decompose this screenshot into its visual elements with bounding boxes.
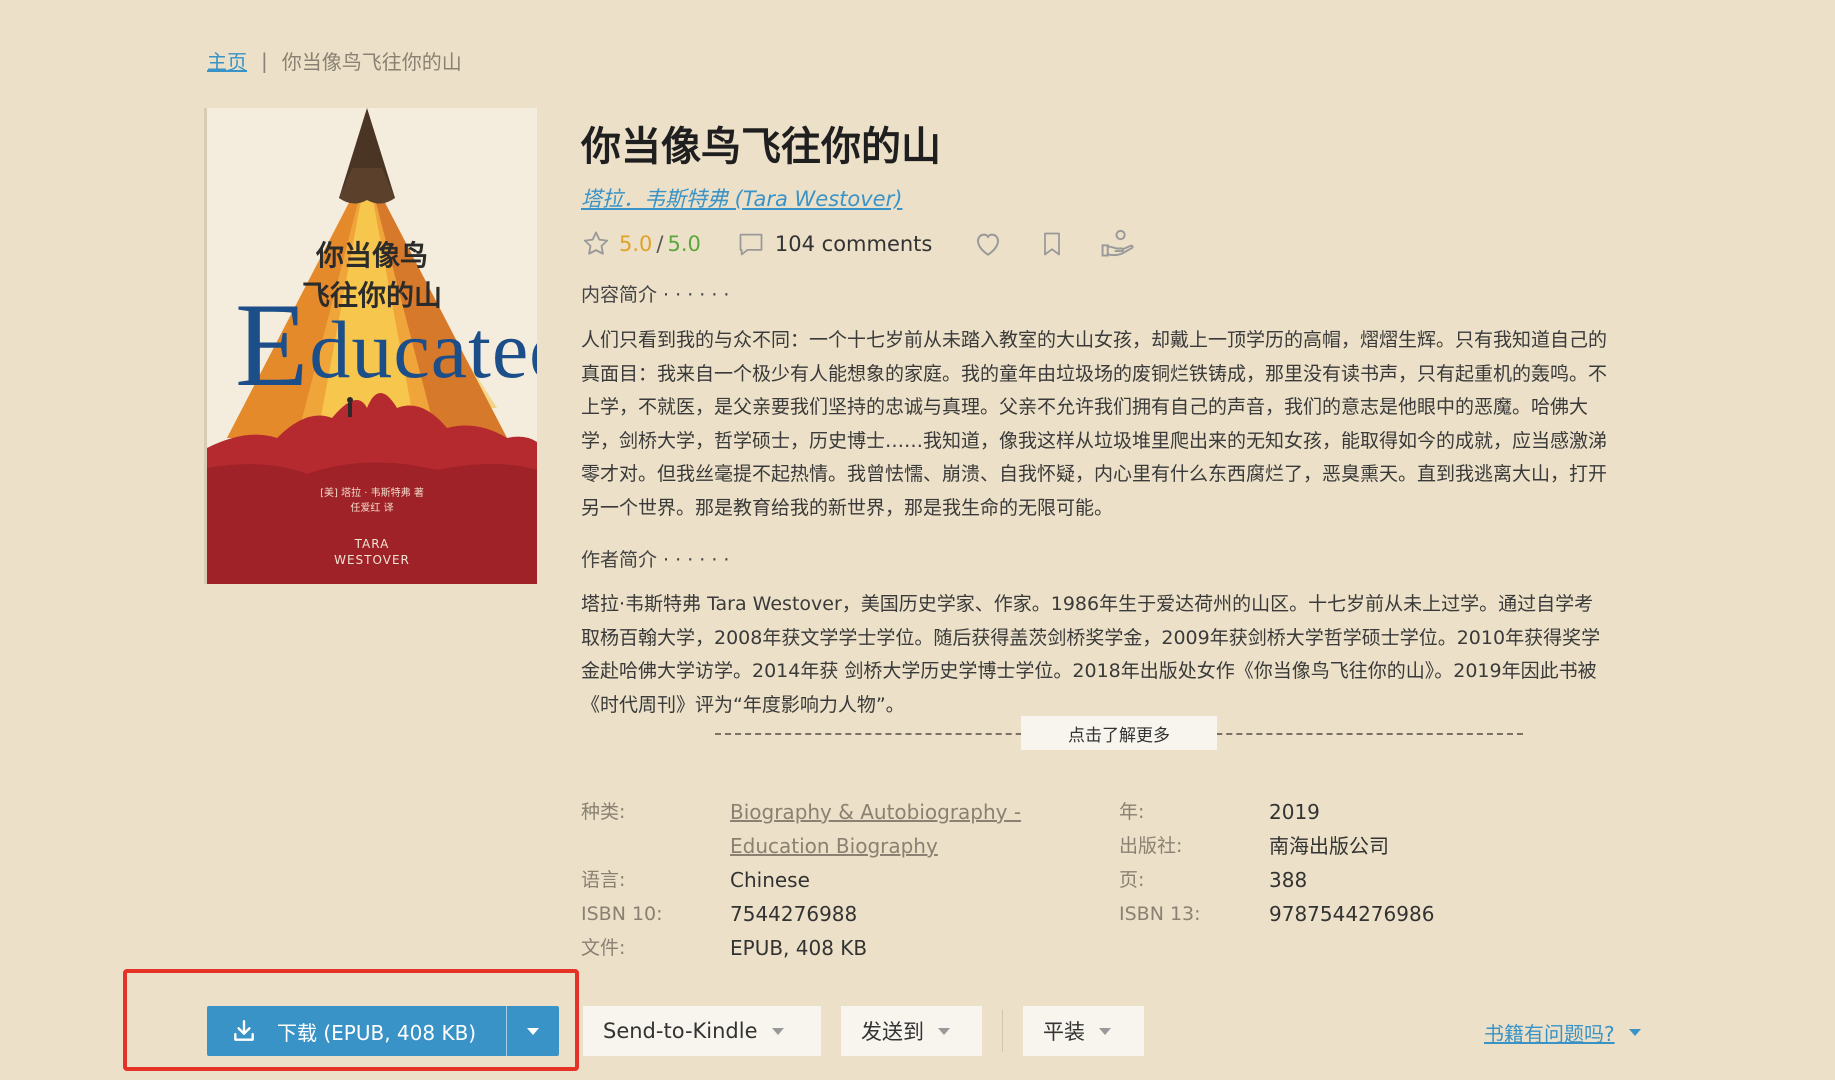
content-intro-line: 上学，不就医，是父亲要我们坚持的忠诚与真理。父亲不允许我们拥有自己的声音，我们的… bbox=[581, 396, 1589, 418]
pages-label: 页: bbox=[1119, 869, 1145, 891]
download-button[interactable]: 下载 (EPUB, 408 KB) bbox=[207, 1006, 559, 1056]
cover-author-cn-line1: [美] 塔拉 · 韦斯特弗 著 bbox=[320, 488, 424, 499]
rating-separator: / bbox=[656, 232, 664, 256]
isbn10-label: ISBN 10: bbox=[581, 903, 663, 925]
isbn13-value: 9787544276986 bbox=[1269, 902, 1435, 926]
send-to-kindle-label: Send-to-Kindle bbox=[603, 1019, 758, 1043]
breadcrumb-current: 你当像鸟飞往你的山 bbox=[281, 50, 462, 74]
isbn13-label: ISBN 13: bbox=[1119, 903, 1201, 925]
send-to-kindle-button[interactable]: Send-to-Kindle bbox=[583, 1006, 821, 1056]
rating-max: 5.0 bbox=[667, 232, 701, 256]
send-to-label: 发送到 bbox=[861, 1020, 924, 1044]
content-intro-line: 真面目：我来自一个极少有人能想象的家庭。我的童年由垃圾场的废铜烂铁铸成，那里没有… bbox=[581, 362, 1608, 385]
book-cover[interactable]: 你当像鸟 飞往你的山 Educated [美] 塔拉 · 韦斯特弗 著 任爱红 … bbox=[207, 108, 537, 584]
author-intro-line: 取杨百翰大学，2008年获文学学士学位。随后获得盖茨剑桥奖学金，2009年获剑桥… bbox=[581, 626, 1601, 649]
hand-coin-icon bbox=[1101, 229, 1134, 257]
isbn10-value: 7544276988 bbox=[730, 902, 858, 926]
comments-count: 104 comments bbox=[774, 232, 933, 256]
publisher-value: 南海出版公司 bbox=[1269, 834, 1389, 858]
cover-title-en-initial: E bbox=[235, 278, 310, 411]
cover-title-line1: 你当像鸟 bbox=[315, 239, 428, 272]
report-problem-label: 书籍有问题吗? bbox=[1484, 1022, 1615, 1046]
bookmark-button[interactable] bbox=[1038, 228, 1066, 260]
comment-icon bbox=[739, 233, 763, 256]
breadcrumb: 主页 | 你当像鸟飞往你的山 bbox=[207, 46, 462, 75]
publisher-label: 出版社: bbox=[1119, 835, 1183, 857]
category-link-line1[interactable]: Biography & Autobiography - bbox=[730, 795, 1021, 829]
author-intro-line: 金赴哈佛大学访学。2014年获 剑桥大学历史学博士学位。2018年出版处女作《你… bbox=[581, 660, 1597, 682]
year-value: 2019 bbox=[1269, 800, 1320, 824]
cover-author-en-line2: WESTOVER bbox=[334, 553, 410, 567]
download-main-action[interactable]: 下载 (EPUB, 408 KB) bbox=[207, 1006, 506, 1056]
favorite-button[interactable] bbox=[972, 228, 1004, 260]
category-link[interactable]: Biography & Autobiography - Education Bi… bbox=[730, 795, 1021, 858]
cover-author-en-line1: TARA bbox=[354, 537, 390, 551]
breadcrumb-separator: | bbox=[261, 48, 268, 73]
author-intro-text: 塔拉·韦斯特弗 Tara Westover，美国历史学家、作家。1986年生于爱… bbox=[581, 588, 1661, 722]
cover-title-en-rest: ducated bbox=[309, 304, 537, 395]
cover-author-cn-line2: 任爱红 译 bbox=[350, 503, 394, 514]
author-intro-label: 作者简介 · · · · · · bbox=[581, 549, 730, 571]
report-problem-link[interactable]: 书籍有问题吗? bbox=[1484, 1018, 1641, 1047]
action-divider bbox=[1002, 1010, 1003, 1052]
file-value: EPUB, 408 KB bbox=[730, 936, 868, 960]
chevron-down-icon bbox=[938, 1027, 950, 1035]
rating[interactable]: 5.0/5.0 bbox=[581, 229, 701, 259]
download-icon bbox=[234, 1020, 254, 1041]
send-to-button[interactable]: 发送到 bbox=[841, 1006, 982, 1056]
format-label: 平装 bbox=[1043, 1020, 1085, 1044]
content-intro-line: 人们只看到我的与众不同：一个十七岁前从未踏入教室的大山女孩，却戴上一顶学历的高帽… bbox=[581, 329, 1608, 351]
content-intro-line: 另一个世界。那是教育给我的新世界，那是我生命的无限可能。 bbox=[581, 496, 1114, 519]
content-intro-label: 内容简介 · · · · · · bbox=[581, 284, 730, 306]
bookmark-icon bbox=[1044, 232, 1061, 256]
book-meta-row: 5.0/5.0 104 comments bbox=[581, 226, 1136, 262]
cover-title-en: Educated bbox=[235, 276, 537, 414]
year-label: 年: bbox=[1119, 801, 1145, 823]
author-intro-line: 塔拉·韦斯特弗 Tara Westover，美国历史学家、作家。1986年生于爱… bbox=[581, 593, 1594, 615]
cover-author-cn: [美] 塔拉 · 韦斯特弗 著 任爱红 译 bbox=[207, 486, 537, 516]
comments-link[interactable]: 104 comments bbox=[737, 230, 932, 258]
pages-value: 388 bbox=[1269, 868, 1308, 892]
cover-author-en: TARA WESTOVER bbox=[207, 536, 537, 568]
format-button[interactable]: 平装 bbox=[1023, 1006, 1144, 1056]
category-link-line2[interactable]: Education Biography bbox=[730, 829, 1021, 863]
content-intro-text: 人们只看到我的与众不同：一个十七岁前从未踏入教室的大山女孩，却戴上一顶学历的高帽… bbox=[581, 324, 1661, 525]
chevron-down-icon bbox=[1628, 1029, 1641, 1036]
download-button-label: 下载 (EPUB, 408 KB) bbox=[277, 1020, 477, 1045]
chevron-down-icon bbox=[527, 1027, 540, 1035]
read-more-button[interactable]: 点击了解更多 bbox=[1021, 716, 1217, 750]
chevron-down-icon bbox=[1099, 1027, 1111, 1035]
category-label: 种类: bbox=[581, 801, 626, 823]
rating-score: 5.0 bbox=[619, 232, 653, 256]
download-dropdown-toggle[interactable] bbox=[506, 1006, 559, 1056]
breadcrumb-home-link[interactable]: 主页 bbox=[207, 46, 247, 75]
star-icon bbox=[583, 231, 609, 255]
chevron-down-icon bbox=[771, 1027, 784, 1035]
file-label: 文件: bbox=[581, 937, 626, 959]
language-label: 语言: bbox=[581, 869, 626, 891]
book-title: 你当像鸟飞往你的山 bbox=[581, 124, 941, 170]
donate-button[interactable] bbox=[1100, 228, 1136, 260]
book-author-link[interactable]: 塔拉．韦斯特弗 (Tara Westover) bbox=[581, 183, 902, 213]
content-intro-line: 学，剑桥大学，哲学硕士，历史博士……我知道，像我这样从垃圾堆里爬出来的无知女孩，… bbox=[581, 429, 1608, 452]
language-value: Chinese bbox=[730, 868, 810, 892]
heart-icon bbox=[977, 233, 1000, 256]
content-intro-line: 零才对。但我丝毫提不起热情。我曾怯懦、崩溃、自我怀疑，内心里有什么东西腐烂了，恶… bbox=[581, 463, 1608, 485]
